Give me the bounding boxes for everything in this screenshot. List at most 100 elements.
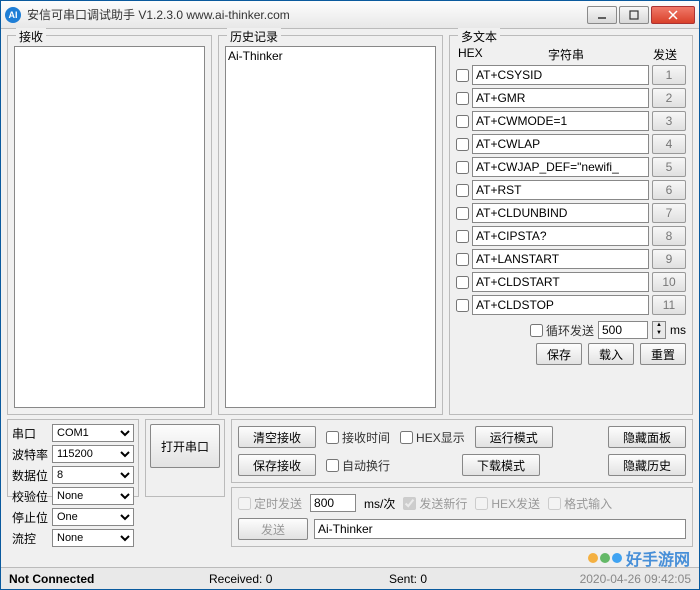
cmd-send-button[interactable]: 6 [652, 180, 686, 200]
send-button[interactable]: 发送 [238, 518, 308, 540]
recv-time-checkbox[interactable]: 接收时间 [326, 429, 390, 446]
cmd-row: 9 [456, 249, 686, 269]
cmd-text-input[interactable] [472, 226, 649, 246]
cmd-text-input[interactable] [472, 65, 649, 85]
databits-select[interactable]: 8 [52, 466, 134, 484]
minimize-button[interactable] [587, 6, 617, 24]
receive-group: 接收 [7, 35, 212, 415]
cmd-row: 10 [456, 272, 686, 292]
port-label: 串口 [12, 425, 48, 442]
cmd-hex-checkbox[interactable] [456, 230, 469, 243]
load-button[interactable]: 载入 [588, 343, 634, 365]
cmd-hex-checkbox[interactable] [456, 207, 469, 220]
baud-select[interactable]: 115200 [52, 445, 134, 463]
cmd-send-button[interactable]: 3 [652, 111, 686, 131]
cmd-text-input[interactable] [472, 134, 649, 154]
download-mode-button[interactable]: 下载模式 [462, 454, 540, 476]
cmd-send-button[interactable]: 10 [652, 272, 686, 292]
status-received: Received: 0 [209, 572, 389, 586]
cmd-hex-checkbox[interactable] [456, 253, 469, 266]
timed-interval-input[interactable] [310, 494, 356, 512]
stopbits-label: 停止位 [12, 509, 48, 526]
parity-label: 校验位 [12, 488, 48, 505]
cmd-send-button[interactable]: 4 [652, 134, 686, 154]
save-button[interactable]: 保存 [536, 343, 582, 365]
cmd-hex-checkbox[interactable] [456, 184, 469, 197]
cmd-hex-checkbox[interactable] [456, 138, 469, 151]
stopbits-select[interactable]: One [52, 508, 134, 526]
cmd-row: 8 [456, 226, 686, 246]
hide-history-button[interactable]: 隐藏历史 [608, 454, 686, 476]
cmd-hex-checkbox[interactable] [456, 69, 469, 82]
loop-interval-input[interactable] [598, 321, 648, 339]
cmd-text-input[interactable] [472, 88, 649, 108]
options-box: 清空接收 接收时间 HEX显示 运行模式 隐藏面板 保存接收 自动换行 下载模式… [231, 419, 693, 483]
status-time: 2020-04-26 09:42:05 [529, 572, 691, 586]
status-sent: Sent: 0 [389, 572, 529, 586]
cmd-row: 3 [456, 111, 686, 131]
hex-send-checkbox[interactable]: HEX发送 [475, 495, 540, 512]
cmd-row: 2 [456, 88, 686, 108]
col-string: 字符串 [486, 46, 646, 63]
reset-button[interactable]: 重置 [640, 343, 686, 365]
col-hex: HEX [458, 46, 486, 63]
cmd-send-button[interactable]: 2 [652, 88, 686, 108]
cmd-send-button[interactable]: 5 [652, 157, 686, 177]
cmd-row: 11 [456, 295, 686, 315]
cmd-hex-checkbox[interactable] [456, 92, 469, 105]
cmd-send-button[interactable]: 1 [652, 65, 686, 85]
timed-send-checkbox[interactable]: 定时发送 [238, 495, 302, 512]
send-content-input[interactable] [314, 519, 686, 539]
cmd-row: 1 [456, 65, 686, 85]
hide-panel-button[interactable]: 隐藏面板 [608, 426, 686, 448]
timed-unit: ms/次 [364, 495, 395, 512]
serial-settings: 串口 COM1 波特率 115200 数据位 8 校验位 None 停止位 On… [7, 419, 139, 497]
format-input-checkbox[interactable]: 格式输入 [548, 495, 612, 512]
parity-select[interactable]: None [52, 487, 134, 505]
history-group: 历史记录 Ai-Thinker [218, 35, 443, 415]
hex-display-checkbox[interactable]: HEX显示 [400, 429, 465, 446]
status-connection: Not Connected [9, 572, 209, 586]
cmd-row: 6 [456, 180, 686, 200]
clear-recv-button[interactable]: 清空接收 [238, 426, 316, 448]
app-icon: AI [5, 7, 21, 23]
history-textbox[interactable]: Ai-Thinker [225, 46, 436, 408]
cmd-text-input[interactable] [472, 249, 649, 269]
receive-textbox[interactable] [14, 46, 205, 408]
loop-spinner[interactable]: ▲▼ [652, 321, 666, 339]
loop-send-checkbox[interactable]: 循环发送 [530, 322, 594, 339]
cmd-text-input[interactable] [472, 295, 649, 315]
run-mode-button[interactable]: 运行模式 [475, 426, 553, 448]
multitext-group: 多文本 HEX 字符串 发送 1234567891011 循环发送 ▲▼ ms … [449, 35, 693, 415]
cmd-text-input[interactable] [472, 203, 649, 223]
cmd-hex-checkbox[interactable] [456, 299, 469, 312]
window-title: 安信可串口调试助手 V1.2.3.0 www.ai-thinker.com [27, 6, 587, 23]
close-button[interactable] [651, 6, 695, 24]
cmd-text-input[interactable] [472, 180, 649, 200]
cmd-send-button[interactable]: 8 [652, 226, 686, 246]
cmd-send-button[interactable]: 7 [652, 203, 686, 223]
cmd-send-button[interactable]: 11 [652, 295, 686, 315]
send-box: 定时发送 ms/次 发送新行 HEX发送 格式输入 发送 [231, 487, 693, 547]
cmd-hex-checkbox[interactable] [456, 276, 469, 289]
cmd-row: 4 [456, 134, 686, 154]
cmd-text-input[interactable] [472, 157, 649, 177]
cmd-hex-checkbox[interactable] [456, 115, 469, 128]
maximize-button[interactable] [619, 6, 649, 24]
flow-select[interactable]: None [52, 529, 134, 547]
cmd-text-input[interactable] [472, 111, 649, 131]
cmd-text-input[interactable] [472, 272, 649, 292]
send-newline-checkbox[interactable]: 发送新行 [403, 495, 467, 512]
databits-label: 数据位 [12, 467, 48, 484]
cmd-send-button[interactable]: 9 [652, 249, 686, 269]
cmd-row: 5 [456, 157, 686, 177]
port-select[interactable]: COM1 [52, 424, 134, 442]
titlebar: AI 安信可串口调试助手 V1.2.3.0 www.ai-thinker.com [1, 1, 699, 29]
history-label: 历史记录 [227, 28, 281, 45]
open-port-button[interactable]: 打开串口 [150, 424, 220, 468]
save-recv-button[interactable]: 保存接收 [238, 454, 316, 476]
receive-label: 接收 [16, 28, 46, 45]
auto-wrap-checkbox[interactable]: 自动换行 [326, 457, 390, 474]
cmd-hex-checkbox[interactable] [456, 161, 469, 174]
multitext-label: 多文本 [458, 28, 500, 45]
